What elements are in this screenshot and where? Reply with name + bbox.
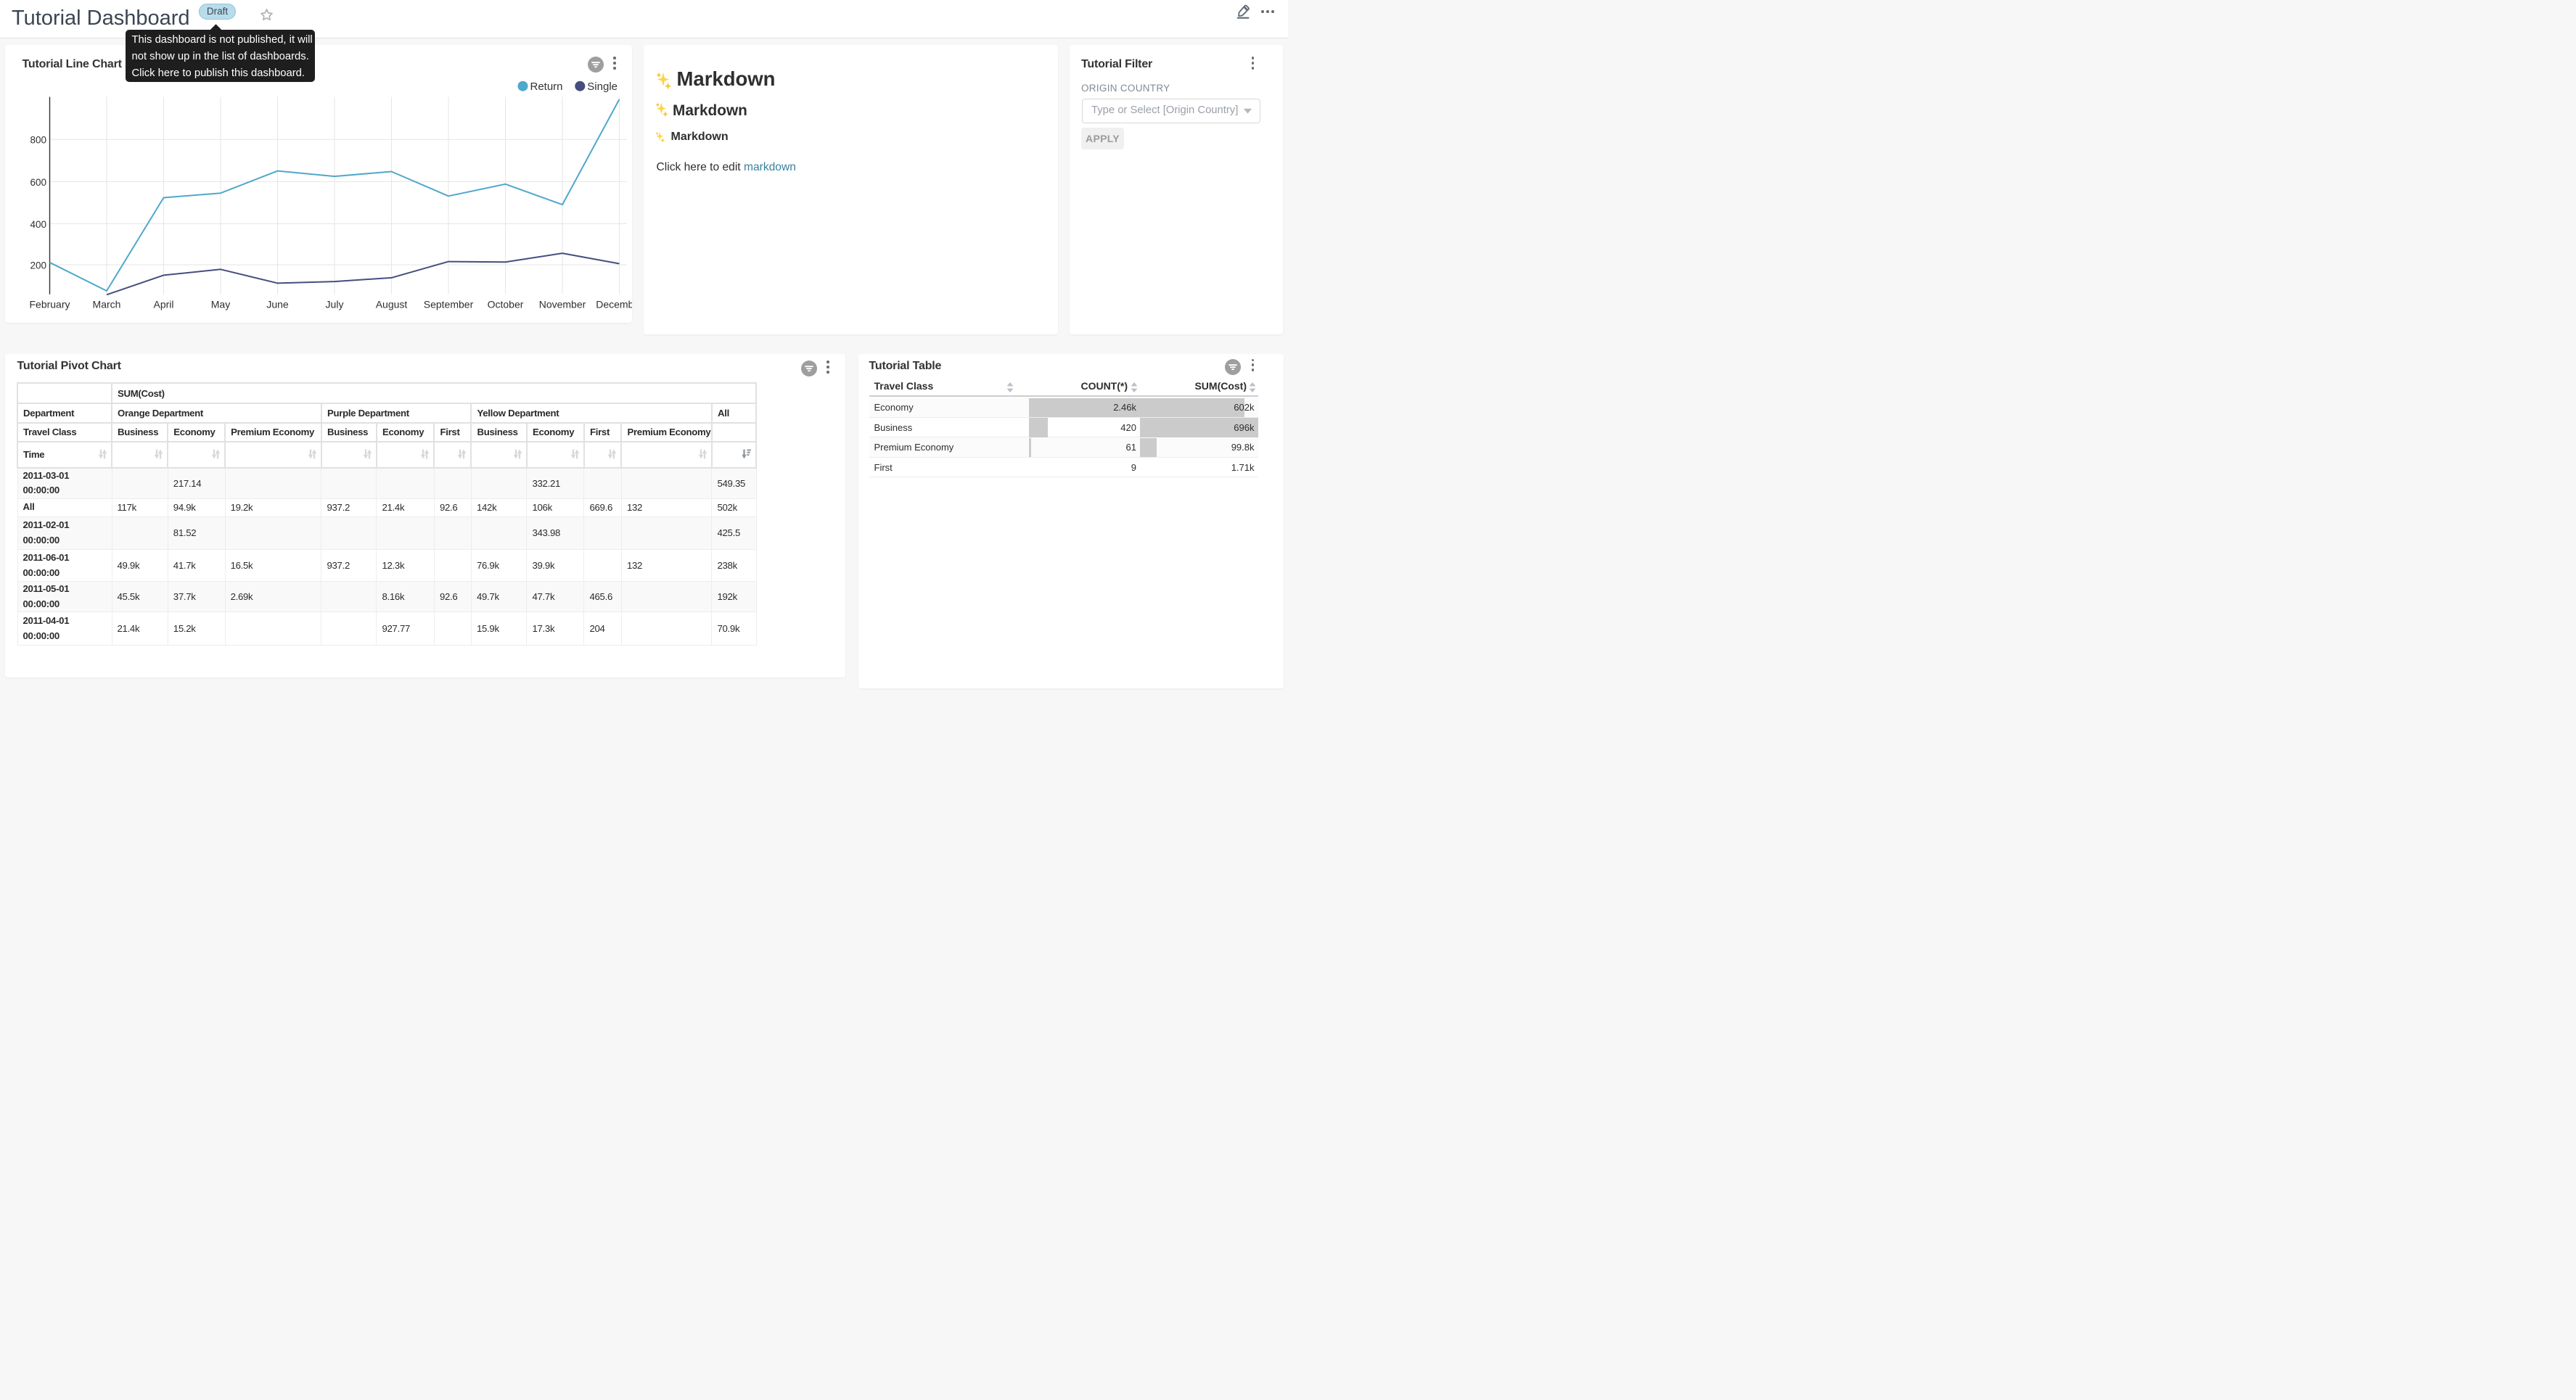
- svg-text:Return: Return: [530, 81, 563, 93]
- svg-text:December: December: [596, 299, 632, 310]
- svg-text:May: May: [211, 299, 230, 310]
- svg-text:February: February: [29, 299, 70, 310]
- svg-text:200: 200: [30, 260, 46, 271]
- svg-text:800: 800: [30, 135, 46, 146]
- svg-text:March: March: [93, 299, 121, 310]
- svg-text:September: September: [424, 299, 474, 310]
- svg-text:July: July: [326, 299, 344, 310]
- svg-text:June: June: [266, 299, 289, 310]
- svg-text:Single: Single: [587, 81, 618, 93]
- svg-text:November: November: [539, 299, 586, 310]
- svg-text:400: 400: [30, 219, 46, 230]
- svg-text:600: 600: [30, 177, 46, 188]
- svg-text:October: October: [488, 299, 524, 310]
- svg-text:August: August: [376, 299, 408, 310]
- svg-text:April: April: [153, 299, 173, 310]
